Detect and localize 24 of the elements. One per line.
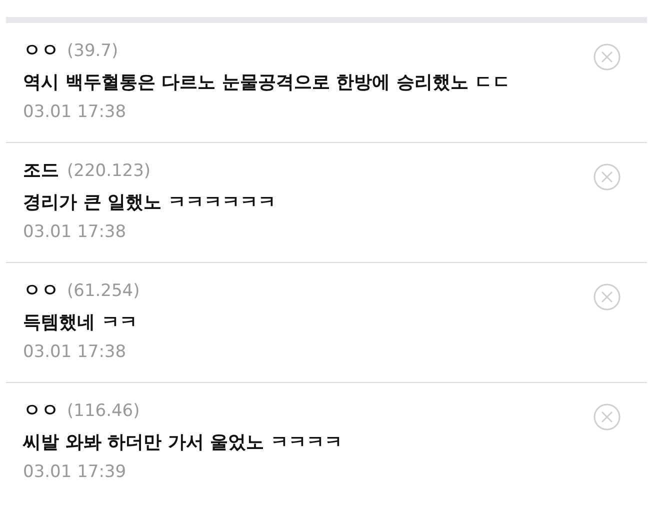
- comment-text: 역시 백두혈통은 다르노 눈물공격으로 한방에 승리했노 ㄷㄷ: [23, 71, 511, 95]
- ip-address: (39.7): [67, 40, 118, 63]
- delete-button[interactable]: [593, 43, 621, 71]
- author-name: ㅇㅇ: [23, 279, 59, 303]
- ip-address: (220.123): [67, 160, 151, 183]
- comment-time: 03.01 17:39: [23, 461, 126, 484]
- comment-time: 03.01 17:38: [23, 341, 126, 364]
- close-icon: [593, 43, 621, 71]
- close-icon: [593, 403, 621, 431]
- author-name: ㅇㅇ: [23, 399, 59, 423]
- comment-text: 경리가 큰 일했노 ㅋㅋㅋㅋㅋㅋ: [23, 191, 276, 215]
- comment-time: 03.01 17:38: [23, 101, 126, 124]
- ip-address: (116.46): [67, 400, 140, 423]
- delete-button[interactable]: [593, 403, 621, 431]
- delete-button[interactable]: [593, 163, 621, 191]
- comment-text: 씨발 와봐 하더만 가서 울었노 ㅋㅋㅋㅋ: [23, 431, 342, 455]
- close-icon: [593, 283, 621, 311]
- ip-address: (61.254): [67, 280, 140, 303]
- author-name: ㅇㅇ: [23, 39, 59, 63]
- comment-time: 03.01 17:38: [23, 221, 126, 244]
- close-icon: [593, 163, 621, 191]
- author-name: 조드: [23, 159, 59, 183]
- delete-button[interactable]: [593, 283, 621, 311]
- comment-text: 득템했네 ㅋㅋ: [23, 311, 138, 335]
